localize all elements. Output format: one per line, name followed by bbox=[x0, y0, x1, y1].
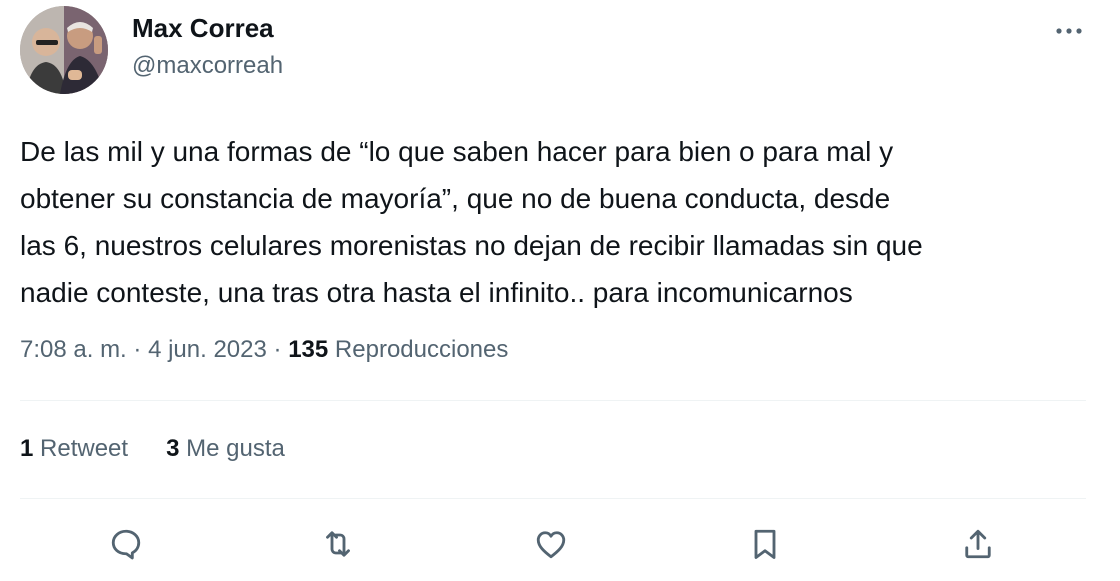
author-name[interactable]: Max Correa bbox=[132, 13, 274, 44]
tweet-text-line: De las mil y una formas de “lo que saben… bbox=[20, 136, 894, 167]
share-icon bbox=[965, 529, 991, 559]
bookmark-button[interactable] bbox=[741, 520, 789, 568]
tweet-time[interactable]: 7:08 a. m. bbox=[20, 336, 127, 363]
meta-separator: · bbox=[133, 336, 142, 363]
like-icon bbox=[536, 531, 566, 559]
action-bar bbox=[0, 520, 1120, 570]
tweet-text-line: nadie conteste, una tras otra hasta el i… bbox=[20, 277, 853, 308]
likes-label: Me gusta bbox=[186, 435, 285, 462]
views-label: Reproducciones bbox=[334, 336, 509, 363]
more-options-button[interactable] bbox=[1052, 14, 1086, 48]
retweets-label: Retweet bbox=[40, 435, 129, 462]
likes-stat[interactable]: 3 Me gusta bbox=[166, 435, 285, 463]
author-handle[interactable]: @maxcorreah bbox=[132, 52, 283, 80]
retweet-icon bbox=[326, 531, 350, 557]
reply-icon bbox=[111, 529, 141, 560]
divider bbox=[20, 400, 1086, 401]
tweet-text: De las mil y una formas de “lo que saben… bbox=[20, 128, 1100, 316]
divider bbox=[20, 498, 1086, 499]
views-count: 135 bbox=[288, 336, 329, 363]
avatar-photo bbox=[20, 6, 108, 94]
reply-button[interactable] bbox=[102, 520, 150, 568]
tweet-meta: 7:08 a. m. · 4 jun. 2023 · 135 Reproducc… bbox=[20, 336, 508, 364]
retweet-button[interactable] bbox=[314, 520, 362, 568]
tweet-date[interactable]: 4 jun. 2023 bbox=[148, 336, 267, 363]
more-icon bbox=[1056, 28, 1082, 34]
retweets-stat[interactable]: 1 Retweet bbox=[20, 435, 128, 463]
meta-separator: · bbox=[273, 336, 282, 363]
bookmark-icon bbox=[754, 529, 776, 559]
tweet-stats: 1 Retweet 3 Me gusta bbox=[20, 435, 285, 463]
like-button[interactable] bbox=[527, 520, 575, 568]
retweets-count: 1 bbox=[20, 435, 34, 462]
tweet-text-line: las 6, nuestros celulares morenistas no … bbox=[20, 230, 923, 261]
share-button[interactable] bbox=[954, 520, 1002, 568]
likes-count: 3 bbox=[166, 435, 180, 462]
avatar[interactable] bbox=[20, 6, 108, 94]
tweet-text-line: obtener su constancia de mayoría”, que n… bbox=[20, 183, 891, 214]
